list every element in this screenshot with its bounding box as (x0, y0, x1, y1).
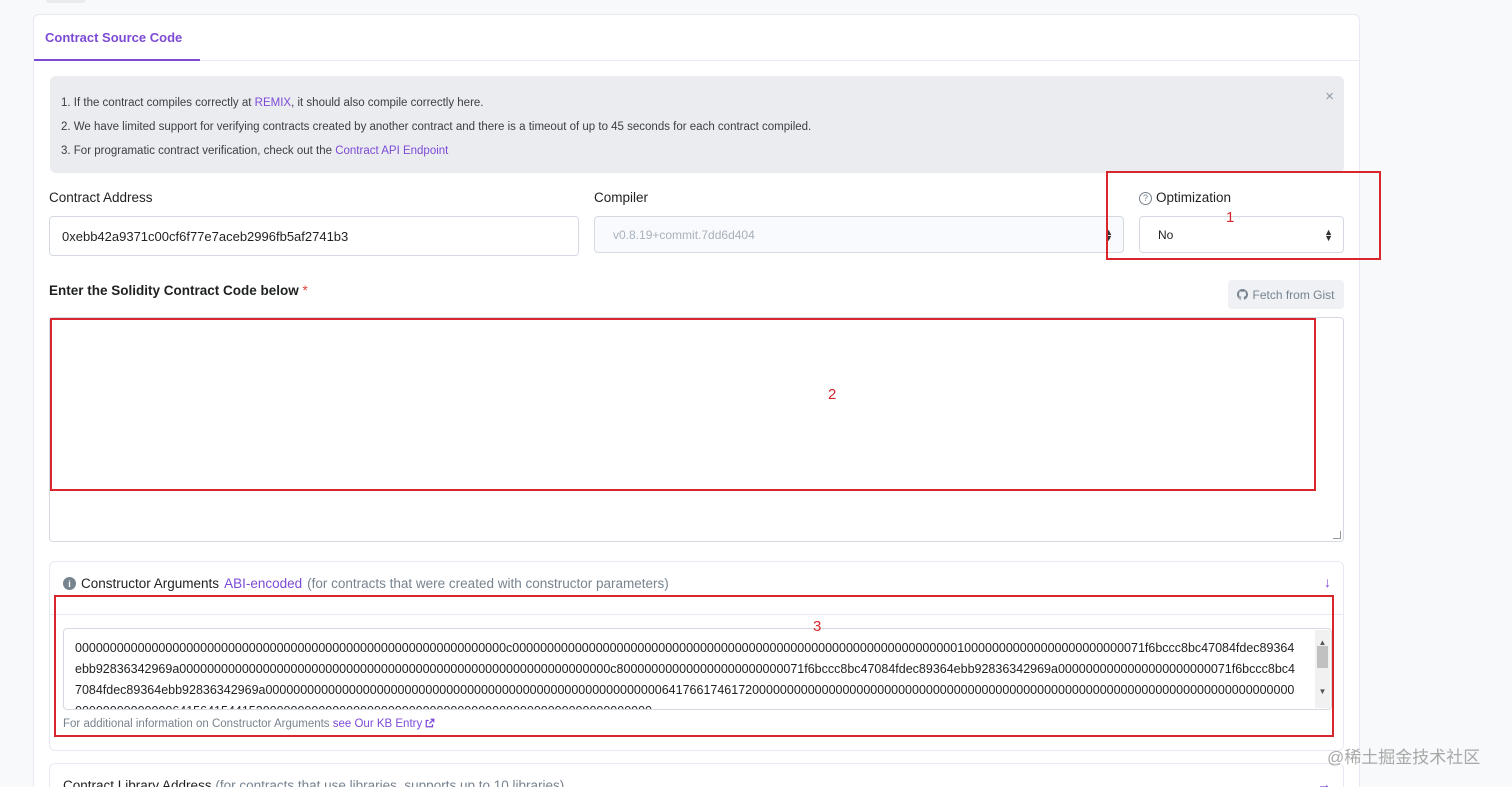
footnote-text: For additional information on Constructo… (63, 718, 333, 730)
compiler-select[interactable]: v0.8.19+commit.7dd6d404 ▲ ▼ (594, 216, 1124, 253)
top-edge-decoration (46, 0, 86, 3)
notice-text: 1. If the contract compiles correctly at (61, 97, 255, 109)
contract-address-input[interactable]: 0xebb42a9371c00cf6f77e7aceb2996fb5af2741… (49, 216, 579, 256)
fetch-from-gist-button[interactable]: Fetch from Gist (1228, 280, 1344, 309)
scroll-down-icon[interactable]: ▼ (1315, 681, 1330, 702)
optimization-select[interactable]: No ▲ ▼ (1139, 216, 1344, 253)
textarea-scrollbar[interactable]: ▲ ▼ (1315, 630, 1330, 708)
required-mark: * (302, 283, 308, 298)
question-circle-icon[interactable]: ? (1139, 192, 1152, 205)
constructor-arguments-value: 0000000000000000000000000000000000000000… (75, 641, 1295, 709)
annotation-number-3: 3 (813, 618, 822, 635)
notice-line-1: 1. If the contract compiles correctly at… (61, 97, 483, 109)
optimization-label: ? Optimization (1139, 190, 1231, 205)
notice-text: , it should also compile correctly here. (291, 97, 484, 109)
select-arrows-icon: ▲ ▼ (1104, 226, 1113, 243)
remix-link[interactable]: REMIX (255, 97, 291, 109)
divider (50, 614, 1343, 615)
contract-address-label: Contract Address (49, 190, 153, 205)
constructor-arguments-title: Constructor Arguments (81, 576, 220, 591)
github-icon (1237, 289, 1249, 300)
constructor-arguments-footnote: For additional information on Constructo… (63, 718, 435, 730)
contract-library-address-card[interactable]: Contract Library Address (for contracts … (49, 763, 1344, 787)
compiler-value: v0.8.19+commit.7dd6d404 (613, 227, 755, 242)
constructor-arguments-textarea[interactable]: 0000000000000000000000000000000000000000… (63, 628, 1332, 710)
scrollbar-thumb[interactable] (1317, 646, 1328, 668)
constructor-arguments-note: (for contracts that were created with co… (307, 576, 669, 591)
optimization-label-text: Optimization (1156, 190, 1232, 205)
arrow-right-icon[interactable]: → (1317, 776, 1331, 787)
tab-bar: Contract Source Code (34, 15, 1359, 61)
annotation-number-2: 2 (828, 386, 837, 403)
close-icon[interactable]: × (1325, 88, 1334, 105)
tab-contract-source-code[interactable]: Contract Source Code (34, 15, 200, 61)
contract-api-endpoint-link[interactable]: Contract API Endpoint (335, 145, 448, 157)
compiler-label: Compiler (594, 190, 649, 205)
abi-encoded-link[interactable]: ABI-encoded (224, 576, 302, 591)
notice-line-3: 3. For programatic contract verification… (61, 145, 448, 157)
info-icon: i (63, 577, 76, 590)
notice-line-2: 2. We have limited support for verifying… (61, 121, 812, 133)
fetch-from-gist-label: Fetch from Gist (1252, 287, 1335, 302)
select-arrows-icon: ▲ ▼ (1324, 226, 1333, 243)
annotation-number-1: 1 (1226, 209, 1235, 226)
contract-library-address-header: Contract Library Address (for contracts … (63, 778, 564, 787)
arrow-down-icon[interactable]: ↓ (1324, 574, 1331, 590)
notice-text: 3. For programatic contract verification… (61, 145, 336, 157)
solidity-code-label-text: Enter the Solidity Contract Code below (49, 283, 299, 298)
constructor-arguments-card: i Constructor Arguments ABI-encoded (for… (49, 561, 1344, 751)
contract-library-note: (for contracts that use libraries, suppo… (215, 778, 565, 787)
contract-library-title: Contract Library Address (63, 778, 212, 787)
external-link-icon (426, 718, 435, 728)
resize-handle-icon[interactable] (1333, 531, 1341, 539)
solidity-code-textarea[interactable] (49, 317, 1344, 542)
solidity-code-label: Enter the Solidity Contract Code below * (49, 283, 308, 298)
kb-entry-link[interactable]: see Our KB Entry (333, 718, 436, 730)
info-notice: 1. If the contract compiles correctly at… (50, 76, 1344, 173)
watermark: @稀土掘金技术社区 (1327, 748, 1481, 767)
verify-contract-card: Contract Source Code 1. If the contract … (33, 14, 1360, 787)
constructor-arguments-header[interactable]: i Constructor Arguments ABI-encoded (for… (63, 576, 669, 591)
kb-entry-link-text: see Our KB Entry (332, 718, 423, 730)
optimization-value: No (1158, 227, 1174, 242)
